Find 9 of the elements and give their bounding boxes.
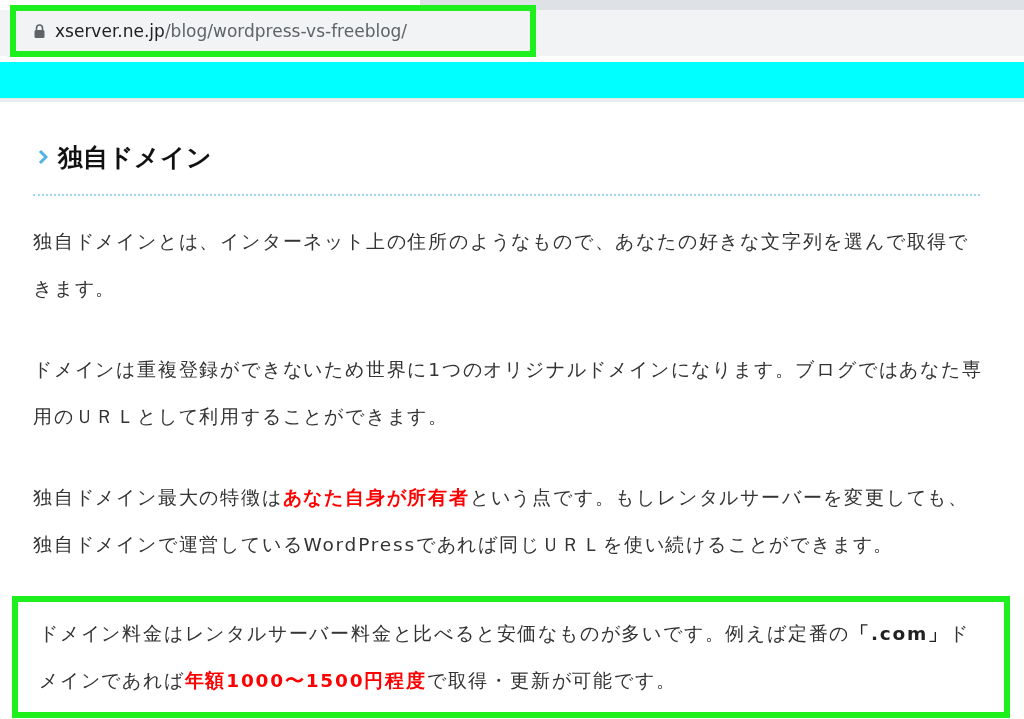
paragraph: 独自ドメインとは、インターネット上の住所のようなもので、あなたの好きな文字列を選んで取得できます。 <box>33 230 970 301</box>
paragraph: ドメイン料金はレンタルサーバー料金と比べると安価なものが多いです。例えば定番の「.com」ドメインであれば年額1000〜1500円程度で取得・更新が可能です。 <box>39 622 971 693</box>
paragraph: ドメインは重複登録ができないため世界に1つのオリジナルドメインになります。ブログではあなた専用のＵＲＬとして利用することができます。 <box>33 358 983 429</box>
paragraph: 独自ドメイン最大の特徴はあなた自身が所有者 という点です。もしレンタルサーバーを変更しても、独自ドメインで運営しているWordPressであれば同じＵＲＬを使い続けることができます。 <box>33 486 970 557</box>
lock-icon <box>34 24 45 38</box>
address-bar-highlight[interactable]: xserver.ne.jp/blog/wordpress-vs-freeblog/ <box>10 5 536 57</box>
url-text: xserver.ne.jp/blog/wordpress-vs-freeblog/ <box>55 21 408 41</box>
chevron-icon <box>38 149 48 165</box>
section-heading: 独自ドメイン <box>58 141 212 174</box>
